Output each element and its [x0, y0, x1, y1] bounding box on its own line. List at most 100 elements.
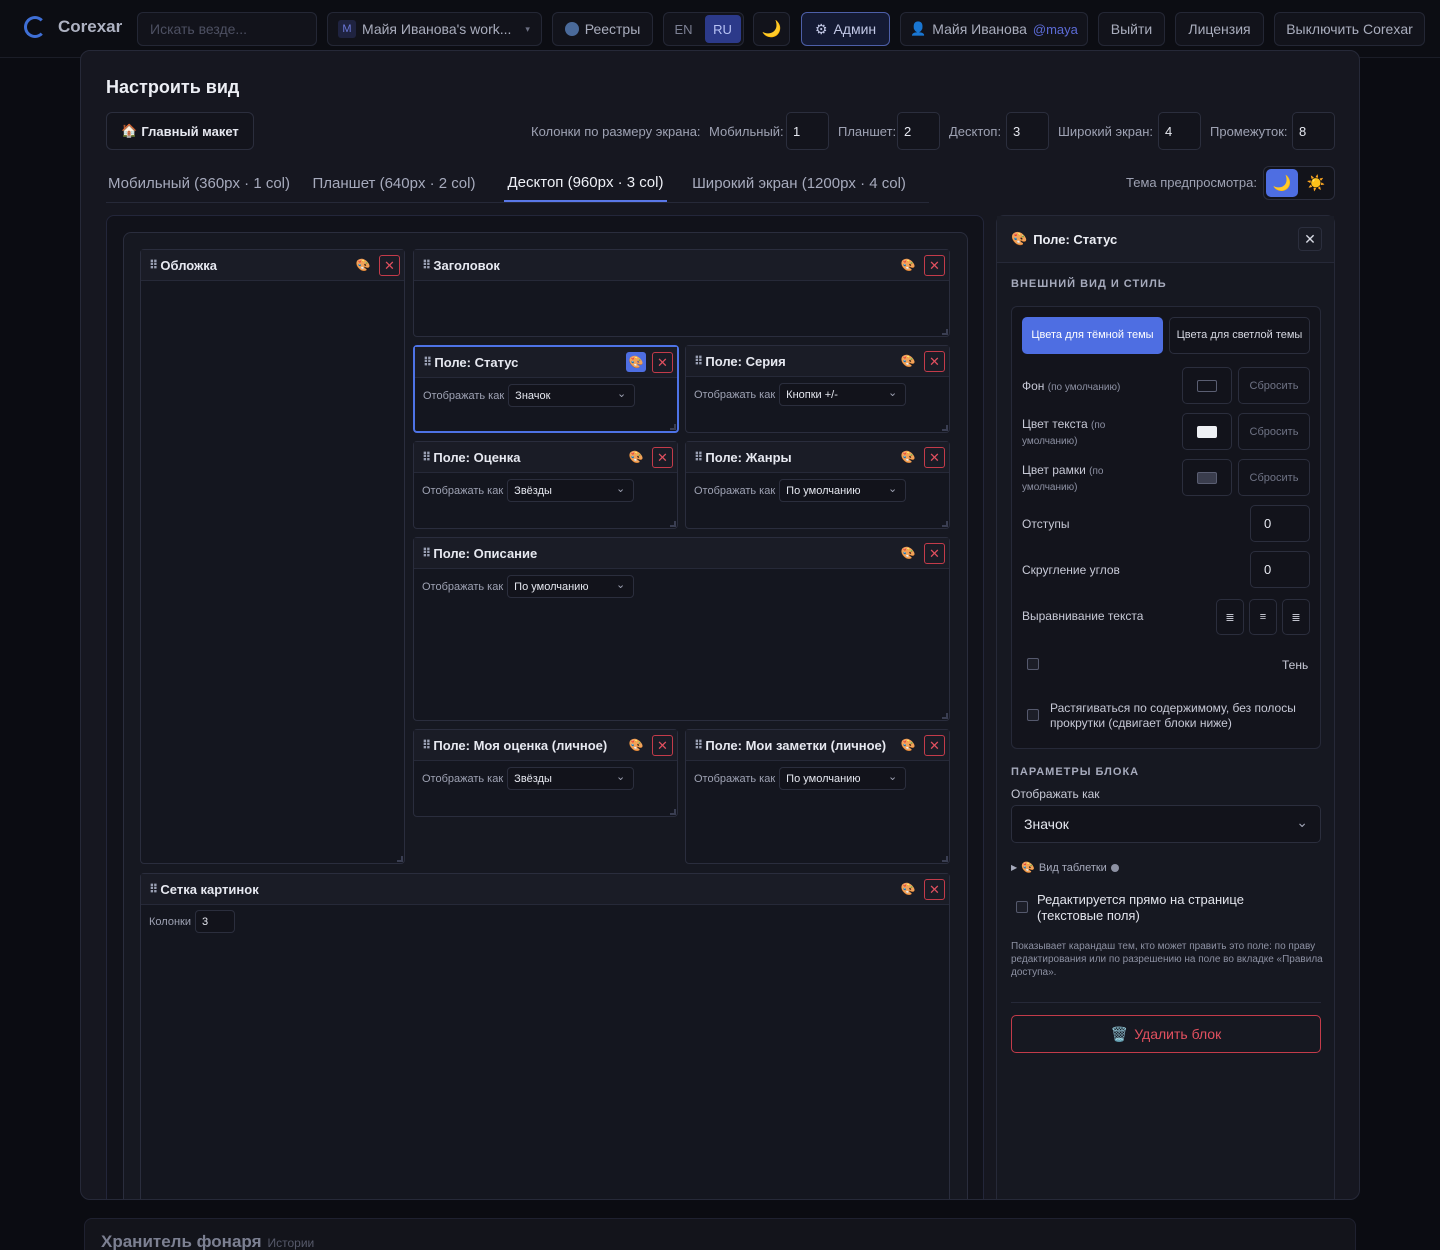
resize-handle[interactable]: [670, 424, 676, 430]
resize-handle[interactable]: [670, 521, 676, 527]
radius-input[interactable]: 0: [1250, 551, 1310, 588]
stretch-checkbox[interactable]: [1027, 709, 1039, 721]
registries-button[interactable]: Реестры: [552, 12, 653, 46]
drag-handle-icon[interactable]: ⠿: [422, 738, 431, 752]
resize-handle[interactable]: [942, 425, 948, 431]
palette-icon[interactable]: 🎨: [898, 735, 918, 755]
license-button[interactable]: Лицензия: [1175, 12, 1264, 46]
align-right-button[interactable]: ≣: [1282, 599, 1310, 635]
block-header-title[interactable]: ⠿ Заголовок 🎨 ✕: [413, 249, 950, 337]
wide-cols-input[interactable]: 4: [1158, 112, 1201, 150]
tab-wide[interactable]: Широкий экран (1200px · 4 col): [690, 165, 908, 202]
palette-icon[interactable]: 🎨: [898, 255, 918, 275]
tab-mobile[interactable]: Мобильный (360px · 1 col): [106, 165, 292, 202]
display-as-select[interactable]: Кнопки +/-: [779, 383, 907, 406]
block-series[interactable]: ⠿ Поле: Серия 🎨 ✕ Отображать как Кнопки +/…: [685, 345, 950, 433]
brand[interactable]: Corexar: [24, 16, 122, 38]
disable-corexar-button[interactable]: Выключить Corexar: [1274, 12, 1425, 46]
resize-handle[interactable]: [942, 521, 948, 527]
remove-block-button[interactable]: ✕: [924, 735, 945, 756]
drag-handle-icon[interactable]: ⠿: [422, 258, 431, 272]
display-as-select[interactable]: По умолчанию: [779, 479, 907, 502]
preview-light-button[interactable]: ☀️: [1300, 169, 1332, 197]
text-color-reset-button[interactable]: Сбросить: [1238, 413, 1310, 450]
block-description[interactable]: ⠿ Поле: Описание 🎨 ✕ Отображать как По умо…: [413, 537, 950, 721]
shadow-checkbox[interactable]: [1027, 658, 1039, 670]
close-panel-button[interactable]: ✕: [1298, 227, 1322, 251]
dark-mode-toggle[interactable]: 🌙: [753, 12, 790, 46]
display-as-select[interactable]: По умолчанию: [779, 767, 907, 790]
lang-en-button[interactable]: EN: [667, 16, 701, 42]
palette-icon[interactable]: 🎨: [898, 447, 918, 467]
display-as-select[interactable]: По умолчанию: [507, 575, 635, 598]
main-layout-button[interactable]: 🏠 Главный макет: [106, 112, 254, 150]
workspace-switcher[interactable]: M Майя Иванова's work... ▾: [327, 12, 542, 46]
columns-input[interactable]: 3: [194, 910, 235, 933]
gap-input[interactable]: 8: [1292, 112, 1335, 150]
resize-handle[interactable]: [942, 713, 948, 719]
drag-handle-icon[interactable]: ⠿: [423, 355, 432, 369]
drag-handle-icon[interactable]: ⠿: [694, 354, 703, 368]
remove-block-button[interactable]: ✕: [652, 447, 673, 468]
block-cover[interactable]: ⠿ Обложка 🎨 ✕: [140, 249, 405, 864]
remove-block-button[interactable]: ✕: [652, 352, 673, 373]
block-genres[interactable]: ⠿ Поле: Жанры 🎨 ✕ Отображать как По умолча…: [685, 441, 950, 529]
desktop-cols-input[interactable]: 3: [1006, 112, 1049, 150]
display-as-select[interactable]: Звёзды: [507, 767, 635, 790]
block-header[interactable]: ⠿ Сетка картинок: [141, 874, 949, 905]
palette-icon[interactable]: 🎨: [898, 879, 918, 899]
padding-input[interactable]: 0: [1250, 505, 1310, 542]
lang-ru-button[interactable]: RU: [704, 15, 741, 43]
resize-handle[interactable]: [397, 856, 403, 862]
tab-tablet[interactable]: Планшет (640px · 2 col): [308, 165, 480, 202]
remove-block-button[interactable]: ✕: [924, 879, 945, 900]
align-center-button[interactable]: ≡: [1249, 599, 1277, 635]
remove-block-button[interactable]: ✕: [924, 255, 945, 276]
mobile-cols-input[interactable]: 1: [786, 112, 829, 150]
dark-colors-tab[interactable]: Цвета для тёмной темы: [1022, 317, 1163, 354]
drag-handle-icon[interactable]: ⠿: [422, 450, 431, 464]
drag-handle-icon[interactable]: ⠿: [149, 882, 158, 896]
user-profile-button[interactable]: 👤 Майя Иванова @maya: [900, 12, 1088, 46]
pill-view-toggle[interactable]: ▶ 🎨 Вид таблетки: [1011, 861, 1119, 874]
palette-icon[interactable]: 🎨: [898, 543, 918, 563]
admin-button[interactable]: ⚙ Админ: [801, 12, 890, 46]
display-as-select[interactable]: Звёзды: [507, 479, 635, 502]
remove-block-button[interactable]: ✕: [379, 255, 400, 276]
logout-button[interactable]: Выйти: [1098, 12, 1165, 46]
palette-icon[interactable]: 🎨: [626, 447, 646, 467]
remove-block-button[interactable]: ✕: [652, 735, 673, 756]
palette-icon[interactable]: 🎨: [626, 735, 646, 755]
remove-block-button[interactable]: ✕: [924, 351, 945, 372]
block-my-notes[interactable]: ⠿ Поле: Мои заметки (личное) 🎨 ✕ Отобража…: [685, 729, 950, 864]
light-colors-tab[interactable]: Цвета для светлой темы: [1169, 317, 1310, 354]
palette-icon[interactable]: 🎨: [353, 255, 373, 275]
display-as-dropdown[interactable]: Значок: [1011, 805, 1321, 843]
block-header[interactable]: ⠿ Поле: Описание: [414, 538, 949, 569]
tab-desktop[interactable]: Десктоп (960px · 3 col): [504, 165, 667, 202]
palette-icon[interactable]: 🎨: [898, 351, 918, 371]
block-rating[interactable]: ⠿ Поле: Оценка 🎨 ✕ Отображать как Звёзды: [413, 441, 678, 529]
bg-reset-button[interactable]: Сбросить: [1238, 367, 1310, 404]
border-color-reset-button[interactable]: Сбросить: [1238, 459, 1310, 496]
resize-handle[interactable]: [942, 856, 948, 862]
delete-block-button[interactable]: 🗑️ Удалить блок: [1011, 1015, 1321, 1053]
block-my-rating[interactable]: ⠿ Поле: Моя оценка (личное) 🎨 ✕ Отображат…: [413, 729, 678, 817]
inline-edit-checkbox[interactable]: [1016, 901, 1028, 913]
drag-handle-icon[interactable]: ⠿: [694, 450, 703, 464]
block-header[interactable]: ⠿ Заголовок: [414, 250, 949, 281]
global-search-input[interactable]: Искать везде...: [137, 12, 317, 46]
drag-handle-icon[interactable]: ⠿: [694, 738, 703, 752]
remove-block-button[interactable]: ✕: [924, 447, 945, 468]
text-color-swatch[interactable]: [1182, 413, 1232, 450]
drag-handle-icon[interactable]: ⠿: [149, 258, 158, 272]
resize-handle[interactable]: [670, 809, 676, 815]
display-as-select[interactable]: Значок: [508, 384, 636, 407]
block-image-grid[interactable]: ⠿ Сетка картинок 🎨 ✕ Колонки 3: [140, 873, 950, 1199]
tablet-cols-input[interactable]: 2: [897, 112, 940, 150]
preview-dark-button[interactable]: 🌙: [1266, 169, 1298, 197]
block-status[interactable]: ⠿ Поле: Статус 🎨 ✕ Отображать как Значок: [413, 345, 679, 433]
align-left-button[interactable]: ≣: [1216, 599, 1244, 635]
drag-handle-icon[interactable]: ⠿: [422, 546, 431, 560]
border-color-swatch[interactable]: [1182, 459, 1232, 496]
